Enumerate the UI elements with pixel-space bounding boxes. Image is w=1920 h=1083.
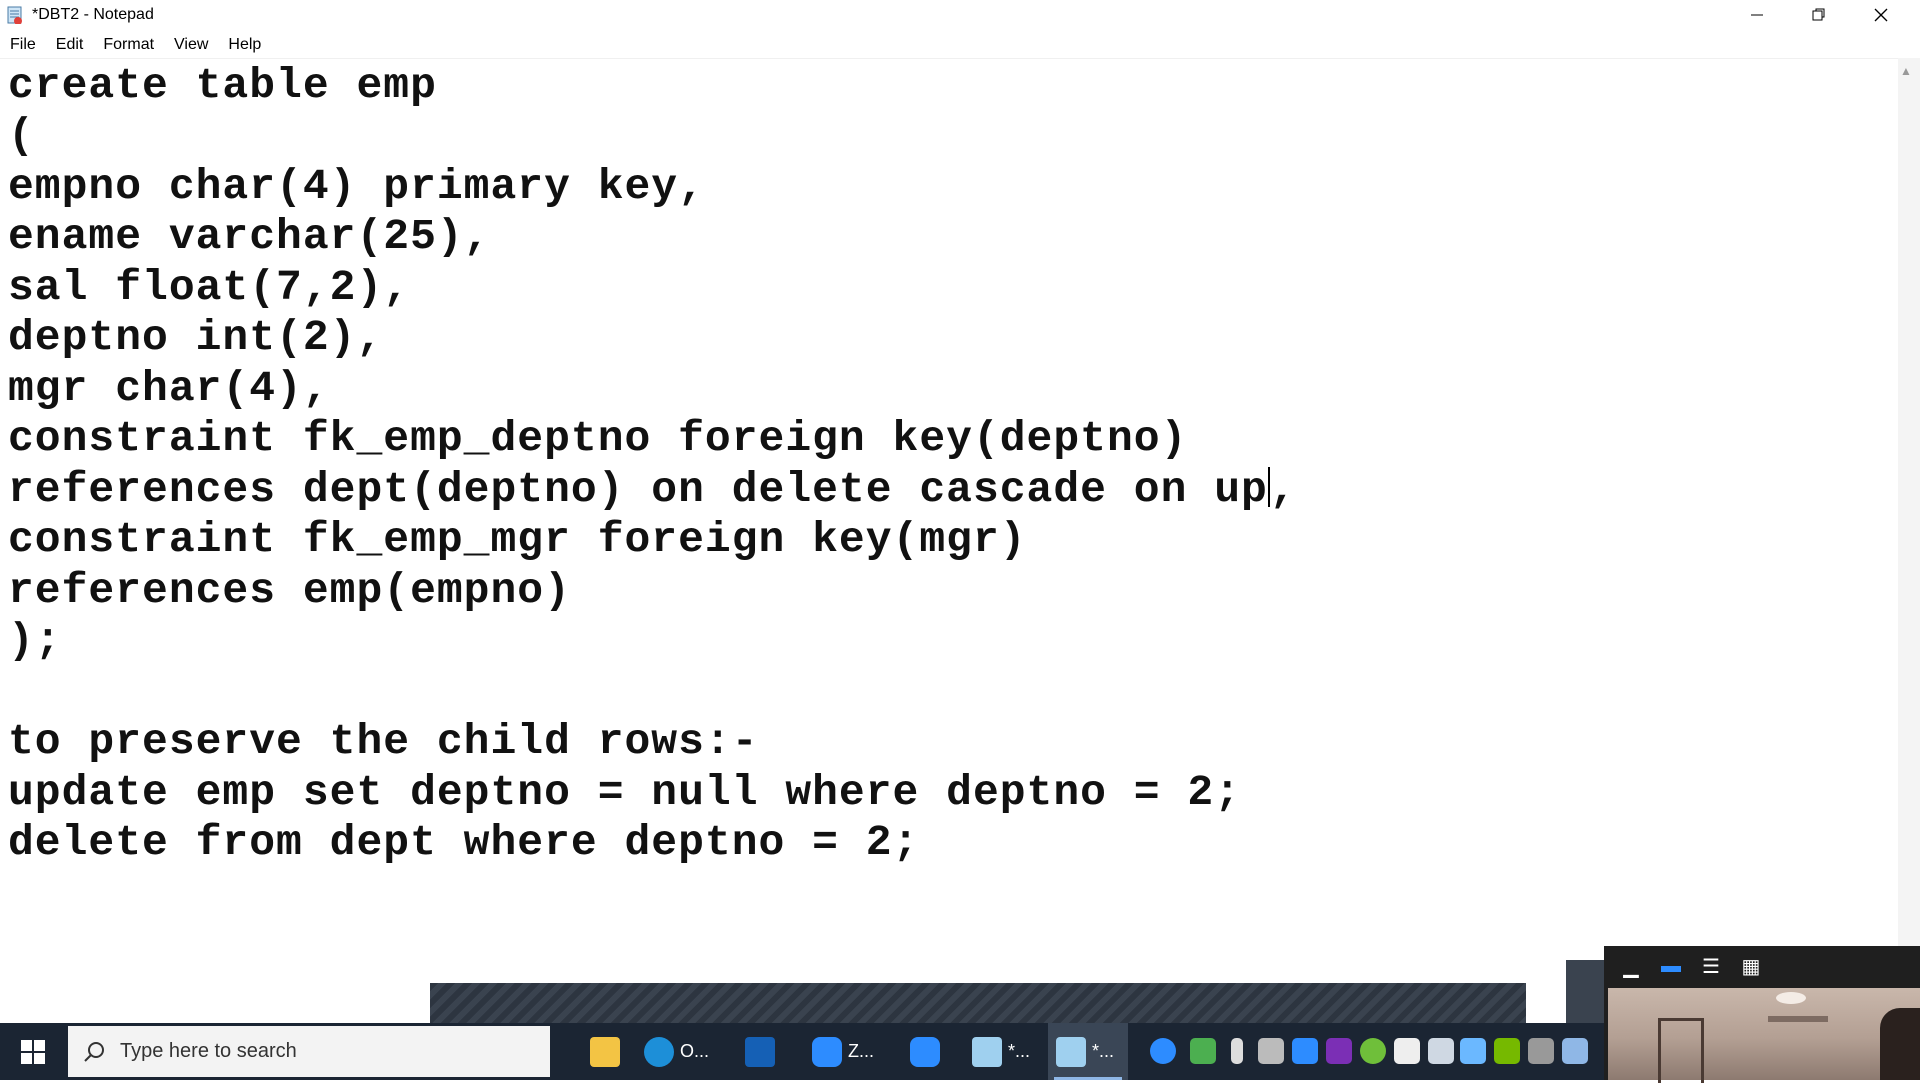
close-icon — [1874, 8, 1888, 22]
code-line[interactable]: ( — [8, 111, 35, 160]
zoom-meeting-icon — [910, 1036, 940, 1067]
menu-bar: File Edit Format View Help — [0, 34, 271, 58]
ceiling-light — [1776, 992, 1806, 1004]
code-line[interactable]: delete from dept where deptno = 2; — [8, 818, 919, 867]
person-silhouette — [1880, 1008, 1920, 1080]
search-placeholder: Type here to search — [120, 1040, 297, 1062]
windows-icon — [21, 1039, 45, 1064]
start-button[interactable] — [0, 1023, 66, 1080]
window-title: *DBT2 - Notepad — [32, 6, 154, 23]
code-line[interactable]: empno char(4) primary key, — [8, 162, 705, 211]
edge-icon — [644, 1036, 674, 1067]
camera-tray-icon[interactable] — [1258, 1038, 1284, 1064]
text-editor[interactable]: create table emp ( empno char(4) primary… — [0, 58, 1898, 1024]
taskbar-app-label: *... — [1008, 1041, 1031, 1061]
minimize-button[interactable] — [1726, 0, 1788, 30]
taskbar-app-label: Z... — [848, 1041, 874, 1061]
file-explorer-icon — [590, 1036, 620, 1067]
video-window[interactable]: ▁ ▬ ☰ ▦ — [1604, 946, 1920, 1083]
taskbar: Type here to search O... Z... *... *... — [0, 1023, 1604, 1080]
code-line[interactable]: references emp(empno) — [8, 566, 571, 615]
help-icon[interactable] — [1150, 1038, 1176, 1064]
minimize-video-icon[interactable]: ▁ — [1618, 954, 1644, 979]
restore-icon — [1812, 8, 1825, 21]
security-check-icon[interactable] — [1190, 1038, 1216, 1064]
code-line[interactable]: create table emp — [8, 61, 437, 110]
code-line[interactable]: ); — [8, 616, 62, 665]
taskbar-app-label: O... — [680, 1041, 710, 1061]
code-line[interactable]: update emp set deptno = null where deptn… — [8, 768, 1241, 817]
menu-help[interactable]: Help — [218, 34, 271, 58]
notepad-icon — [1056, 1036, 1086, 1067]
scroll-up-icon[interactable]: ▲ — [1900, 64, 1912, 78]
taskbar-app-zoom[interactable]: Z... — [812, 1023, 874, 1080]
zoom-icon — [812, 1036, 842, 1067]
code-line[interactable]: to preserve the child rows:- — [8, 717, 759, 766]
notepad-icon[interactable] — [6, 6, 24, 25]
taskbar-app-label: *... — [1092, 1041, 1115, 1061]
search-icon — [84, 1041, 104, 1062]
code-line[interactable]: sal float(7,2), — [8, 263, 410, 312]
taskbar-app-file-explorer[interactable] — [590, 1023, 620, 1080]
notepad-icon — [972, 1036, 1002, 1067]
menu-file[interactable]: File — [0, 34, 46, 58]
zoom-tray-icon[interactable] — [1292, 1038, 1318, 1064]
battery-icon[interactable] — [1528, 1038, 1554, 1064]
microphone-icon[interactable] — [1231, 1038, 1243, 1064]
nvidia-icon[interactable] — [1494, 1038, 1520, 1064]
minimize-icon — [1751, 14, 1763, 16]
menu-view[interactable]: View — [164, 34, 218, 58]
onenote-icon[interactable] — [1326, 1038, 1352, 1064]
taskbar-app-notepad-1[interactable]: *... — [972, 1023, 1030, 1080]
taskbar-app-edge[interactable]: O... — [644, 1023, 709, 1080]
speaker-view-icon[interactable]: ▬ — [1658, 955, 1684, 978]
close-button[interactable] — [1850, 0, 1912, 30]
code-text[interactable]: , — [1270, 465, 1297, 514]
taskbar-app-notepad-2[interactable]: *... — [1048, 1023, 1128, 1080]
taskbar-search[interactable]: Type here to search — [68, 1026, 550, 1077]
update-icon[interactable] — [1360, 1038, 1386, 1064]
strip-view-icon[interactable]: ☰ — [1698, 954, 1724, 979]
taskbar-app-whiteboard[interactable] — [745, 1023, 775, 1080]
code-line[interactable]: deptno int(2), — [8, 313, 383, 362]
shield-icon[interactable] — [1394, 1038, 1420, 1064]
vertical-scrollbar[interactable] — [1898, 58, 1920, 1023]
code-line[interactable]: constraint fk_emp_deptno foreign key(dep… — [8, 414, 1187, 463]
door-frame — [1658, 1018, 1704, 1083]
whiteboard-icon — [745, 1036, 775, 1067]
pen-icon[interactable] — [1562, 1038, 1588, 1064]
camera-feed — [1608, 988, 1920, 1083]
menu-edit[interactable]: Edit — [46, 34, 94, 58]
taskbar-app-zoom-meeting[interactable] — [910, 1023, 940, 1080]
wifi-icon[interactable] — [1428, 1038, 1454, 1064]
gallery-view-icon[interactable]: ▦ — [1738, 954, 1764, 979]
video-toolbar: ▁ ▬ ☰ ▦ — [1604, 946, 1920, 986]
screen-share-overlay — [430, 983, 1526, 1023]
code-line[interactable]: mgr char(4), — [8, 364, 330, 413]
code-line[interactable]: constraint fk_emp_mgr foreign key(mgr) — [8, 515, 1027, 564]
code-line[interactable]: ename varchar(25), — [8, 212, 490, 261]
code-line-with-caret[interactable]: references dept(deptno) on delete cascad… — [8, 465, 1297, 514]
title-bar: *DBT2 - Notepad — [0, 0, 1920, 30]
restore-button[interactable] — [1788, 0, 1850, 30]
snowflake-icon[interactable] — [1460, 1038, 1486, 1064]
menu-format[interactable]: Format — [93, 34, 164, 58]
code-text[interactable]: references dept(deptno) on delete cascad… — [8, 465, 1268, 514]
ceiling-fan — [1768, 1016, 1828, 1022]
